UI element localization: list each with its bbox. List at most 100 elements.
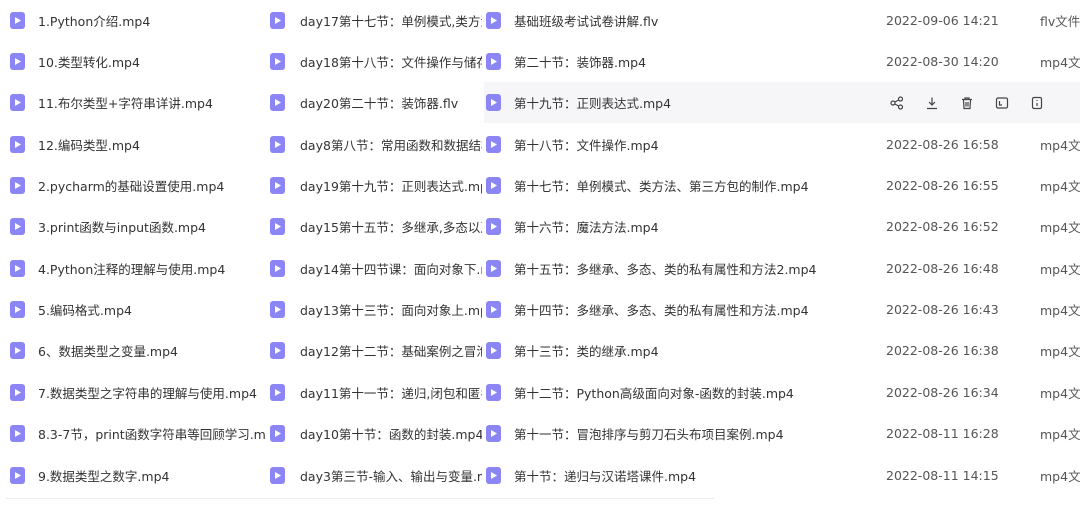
file-row[interactable]: day15第十五节：多继承,多态以及 [268, 206, 484, 247]
file-row[interactable]: day11第十一节：递归,闭包和匿名 [268, 372, 484, 413]
video-file-icon [10, 94, 25, 111]
file-row[interactable]: 3.print函数与input函数.mp4 [0, 206, 268, 247]
file-name[interactable]: 第十九节：正则表达式.mp4 [514, 93, 854, 112]
file-name[interactable]: 8.3-7节，print函数字符串等回顾学习.mp4 [38, 424, 266, 443]
file-name[interactable]: 11.布尔类型+字符串详讲.mp4 [38, 93, 213, 112]
file-row[interactable]: day3第三节-输入、输出与变量.mp4 [268, 455, 484, 496]
file-row[interactable]: 基础班级考试试卷讲解.flv 2022-09-06 14:21 flv文件 [484, 0, 1080, 41]
file-row[interactable]: 第二十节：装饰器.mp4 2022-08-30 14:20 mp4文件 [484, 41, 1080, 82]
file-name[interactable]: day13第十三节：面向对象上.mp4 [300, 300, 482, 319]
video-file-icon [270, 260, 285, 277]
file-row[interactable]: 7.数据类型之字符串的理解与使用.mp4 [0, 372, 268, 413]
video-file-icon [270, 301, 285, 318]
more-icon[interactable] [1028, 94, 1046, 112]
file-date: 2022-08-26 16:43 [886, 302, 999, 317]
file-row[interactable]: day12第十二节：基础案例之冒泡 [268, 330, 484, 371]
file-type: mp4文件 [1040, 386, 1080, 401]
file-row[interactable]: 第十三节：类的继承.mp4 2022-08-26 16:38 mp4文件 [484, 330, 1080, 371]
file-row[interactable]: day13第十三节：面向对象上.mp4 [268, 289, 484, 330]
file-list-area: 1.Python介绍.mp4 10.类型转化.mp4 11.布尔类型+字符串详讲… [0, 0, 1080, 519]
file-column-2: day17第十七节：单例模式,类方法 day18第十八节：文件操作与储存 day… [268, 0, 484, 519]
file-row[interactable]: 第十四节：多继承、多态、类的私有属性和方法.mp4 2022-08-26 16:4… [484, 289, 1080, 330]
file-row[interactable]: day20第二十节：装饰器.flv [268, 82, 484, 123]
file-name[interactable]: 第十节：递归与汉诺塔课件.mp4 [514, 466, 854, 485]
file-date: 2022-08-11 14:15 [886, 468, 999, 483]
file-type: mp4文件 [1040, 469, 1080, 484]
file-row[interactable]: 第十五节：多继承、多态、类的私有属性和方法2.mp4 2022-08-26 16:… [484, 248, 1080, 289]
file-type: mp4文件 [1040, 220, 1080, 235]
file-name[interactable]: 9.数据类型之数字.mp4 [38, 466, 169, 485]
file-row[interactable]: 4.Python注释的理解与使用.mp4 [0, 248, 268, 289]
file-date: 2022-08-11 16:28 [886, 426, 999, 441]
file-row[interactable]: 第十节：递归与汉诺塔课件.mp4 2022-08-11 14:15 mp4文件 [484, 455, 1080, 496]
file-date: 2022-08-26 16:52 [886, 219, 999, 234]
file-name[interactable]: 4.Python注释的理解与使用.mp4 [38, 259, 225, 278]
file-name[interactable]: 1.Python介绍.mp4 [38, 11, 150, 30]
file-name[interactable]: day8第八节：常用函数和数据结构 [300, 135, 482, 154]
file-name[interactable]: 3.print函数与input函数.mp4 [38, 217, 206, 236]
file-row[interactable]: 第十九节：正则表达式.mp4 [484, 82, 1080, 123]
file-row[interactable]: day18第十八节：文件操作与储存 [268, 41, 484, 82]
file-name[interactable]: 基础班级考试试卷讲解.flv [514, 11, 854, 30]
file-name[interactable]: day11第十一节：递归,闭包和匿名 [300, 383, 482, 402]
file-name[interactable]: day12第十二节：基础案例之冒泡 [300, 341, 482, 360]
file-row[interactable]: 第十六节：魔法方法.mp4 2022-08-26 16:52 mp4文件 [484, 206, 1080, 247]
video-file-icon [270, 177, 285, 194]
rename-icon[interactable] [993, 94, 1011, 112]
share-icon[interactable] [888, 94, 906, 112]
video-file-icon [486, 260, 501, 277]
download-icon[interactable] [923, 94, 941, 112]
file-row[interactable]: day14第十四节课：面向对象下.mp4 [268, 248, 484, 289]
file-name[interactable]: day3第三节-输入、输出与变量.mp4 [300, 466, 482, 485]
file-date: 2022-09-06 14:21 [886, 13, 999, 28]
file-name[interactable]: day19第十九节：正则表达式.mp4 [300, 176, 482, 195]
file-name[interactable]: 第十四节：多继承、多态、类的私有属性和方法.mp4 [514, 300, 854, 319]
file-name[interactable]: 第二十节：装饰器.mp4 [514, 52, 854, 71]
file-row[interactable]: day17第十七节：单例模式,类方法 [268, 0, 484, 41]
video-file-icon [10, 425, 25, 442]
file-row[interactable]: 第十一节：冒泡排序与剪刀石头布项目案例.mp4 2022-08-11 16:28 m… [484, 413, 1080, 454]
file-name[interactable]: day10第十节：函数的封装.mp4 [300, 424, 482, 443]
file-name[interactable]: day18第十八节：文件操作与储存 [300, 52, 482, 71]
file-name[interactable]: 第十六节：魔法方法.mp4 [514, 217, 854, 236]
file-name[interactable]: 第十七节：单例模式、类方法、第三方包的制作.mp4 [514, 176, 854, 195]
file-name[interactable]: 2.pycharm的基础设置使用.mp4 [38, 176, 224, 195]
video-file-icon [486, 301, 501, 318]
file-row[interactable]: 第十八节：文件操作.mp4 2022-08-26 16:58 mp4文件 [484, 124, 1080, 165]
file-row[interactable]: 第十七节：单例模式、类方法、第三方包的制作.mp4 2022-08-26 16:5… [484, 165, 1080, 206]
delete-icon[interactable] [958, 94, 976, 112]
file-row[interactable]: day8第八节：常用函数和数据结构 [268, 124, 484, 165]
file-name[interactable]: 第十一节：冒泡排序与剪刀石头布项目案例.mp4 [514, 424, 854, 443]
file-row[interactable]: 11.布尔类型+字符串详讲.mp4 [0, 82, 268, 123]
file-row[interactable]: 1.Python介绍.mp4 [0, 0, 268, 41]
file-name[interactable]: 6、数据类型之变量.mp4 [38, 341, 178, 360]
file-row[interactable]: day10第十节：函数的封装.mp4 [268, 413, 484, 454]
video-file-icon [270, 342, 285, 359]
file-row[interactable]: 5.编码格式.mp4 [0, 289, 268, 330]
file-row[interactable]: 8.3-7节，print函数字符串等回顾学习.mp4 [0, 413, 268, 454]
video-file-icon [486, 218, 501, 235]
file-row[interactable]: 10.类型转化.mp4 [0, 41, 268, 82]
file-name[interactable]: day15第十五节：多继承,多态以及 [300, 217, 482, 236]
file-row[interactable]: 2.pycharm的基础设置使用.mp4 [0, 165, 268, 206]
file-row[interactable]: 12.编码类型.mp4 [0, 124, 268, 165]
file-name[interactable]: 7.数据类型之字符串的理解与使用.mp4 [38, 383, 257, 402]
file-name[interactable]: day14第十四节课：面向对象下.mp4 [300, 259, 482, 278]
file-name[interactable]: 第十三节：类的继承.mp4 [514, 341, 854, 360]
video-file-icon [10, 467, 25, 484]
file-name[interactable]: day20第二十节：装饰器.flv [300, 93, 458, 112]
file-row[interactable]: 9.数据类型之数字.mp4 [0, 455, 268, 496]
file-name[interactable]: 第十二节：Python高级面向对象-函数的封装.mp4 [514, 383, 854, 402]
file-name[interactable]: 10.类型转化.mp4 [38, 52, 140, 71]
video-file-icon [10, 53, 25, 70]
file-type: mp4文件 [1040, 303, 1080, 318]
file-name[interactable]: 12.编码类型.mp4 [38, 135, 140, 154]
file-name[interactable]: day17第十七节：单例模式,类方法 [300, 11, 482, 30]
file-name[interactable]: 第十五节：多继承、多态、类的私有属性和方法2.mp4 [514, 259, 854, 278]
video-file-icon [270, 467, 285, 484]
file-name[interactable]: 第十八节：文件操作.mp4 [514, 135, 854, 154]
file-row[interactable]: day19第十九节：正则表达式.mp4 [268, 165, 484, 206]
file-row[interactable]: 6、数据类型之变量.mp4 [0, 330, 268, 371]
file-row[interactable]: 第十二节：Python高级面向对象-函数的封装.mp4 2022-08-26 16… [484, 372, 1080, 413]
file-name[interactable]: 5.编码格式.mp4 [38, 300, 132, 319]
